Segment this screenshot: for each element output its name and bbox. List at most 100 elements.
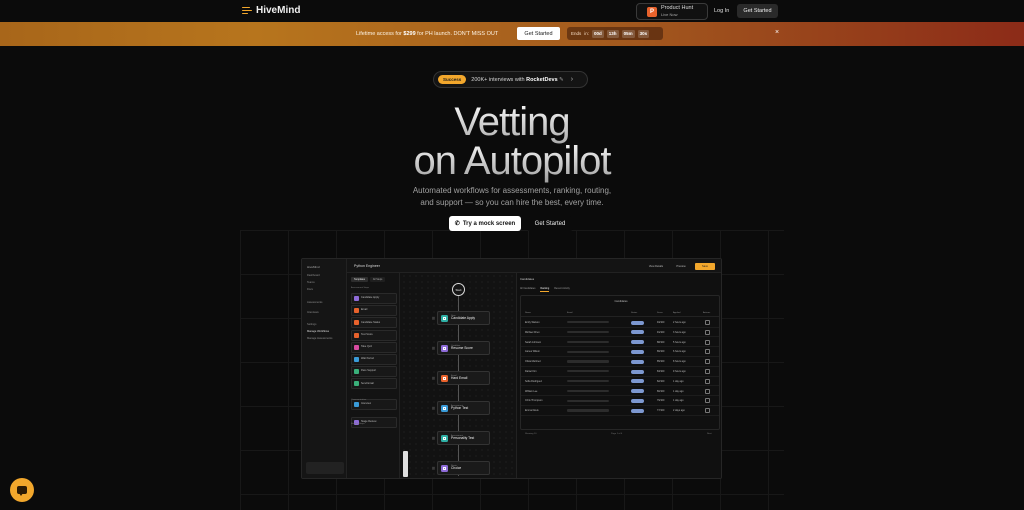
tab-all-candidates[interactable]: All Candidates [520, 287, 535, 292]
step-icon [354, 344, 359, 350]
row-action-icon[interactable] [705, 320, 710, 325]
workflow-node[interactable]: ⠿ Step Candidate Apply [432, 311, 490, 325]
hero-subtitle-line2: and support — so you can hire the best, … [420, 198, 604, 207]
save-button[interactable]: Save [695, 263, 715, 270]
app-side-item[interactable]: Manage Workflows [307, 330, 329, 333]
step-item[interactable]: Candidate Apply [351, 293, 397, 304]
candidate-score: 91/100 [657, 330, 665, 334]
step-icon [354, 332, 359, 338]
steps-panel: Templates All Steps Assessment Steps Can… [348, 273, 400, 478]
tab-recent-activity[interactable]: Recent Activity [554, 287, 570, 292]
banner-get-started-button[interactable]: Get Started [517, 27, 560, 40]
app-preview: HiveMind Dashboard Teams Docs Assessment… [301, 258, 722, 479]
step-item[interactable]: Email [351, 305, 397, 317]
product-hunt-badge[interactable]: P Product Hunt Live Now [636, 3, 708, 20]
step-item[interactable]: Take Quiz [351, 341, 397, 353]
workflow-node[interactable]: ⠿ Condition Resume Score [432, 341, 490, 355]
table-row[interactable]: Chris Thompson 79/100 1 day ago [521, 396, 719, 406]
drag-handle-icon[interactable]: ⠿ [432, 316, 435, 321]
candidate-score: 88/100 [657, 340, 665, 344]
table-row[interactable]: Daniel Kim 83/100 9 hours ago [521, 367, 719, 377]
step-label: Candidate Status [361, 320, 381, 324]
chat-widget-button[interactable] [10, 478, 34, 502]
table-row[interactable]: Emma Davis 77/100 2 days ago [521, 406, 719, 416]
table-row[interactable]: William Lee 80/100 1 day ago [521, 387, 719, 397]
timer-hours: 13h [606, 29, 619, 38]
login-link[interactable]: Log In [714, 8, 729, 14]
row-action-icon[interactable] [705, 408, 710, 414]
hero-subtitle-line1: Automated workflows for assessments, ran… [412, 186, 612, 195]
workflow-node[interactable]: ⠿ Assessment Python Test [432, 401, 490, 415]
tab-all-steps[interactable]: All Steps [369, 277, 386, 282]
announcement-pill[interactable]: Success 200K+ interviews with RocketDevs… [433, 71, 588, 88]
app-side-item[interactable]: Assessments [307, 301, 322, 304]
table-row[interactable]: Sofia Rodriguez 82/100 1 day ago [521, 377, 719, 387]
row-action-icon[interactable] [705, 388, 710, 394]
brand-logo[interactable]: HiveMind [242, 5, 300, 16]
candidate-applied: 5 hours ago [673, 340, 686, 344]
node-label: Hard Email [451, 376, 468, 381]
candidate-applied: 1 day ago [673, 399, 684, 403]
step-icon [354, 296, 359, 301]
step-item[interactable]: Send Email [351, 378, 397, 390]
table-row[interactable]: James Wilson 86/100 6 hours ago [521, 347, 719, 357]
app-side-item[interactable]: Manage Assessments [307, 337, 332, 340]
app-side-item[interactable]: Docs [307, 288, 313, 291]
workflow-node[interactable]: ⠿ Email Hard Email [432, 371, 490, 385]
step-label: Take Quiz [361, 344, 373, 348]
candidate-name: Michael Chen [525, 330, 540, 334]
node-icon [441, 314, 448, 322]
candidate-applied: 8 hours ago [673, 360, 686, 364]
status-badge [631, 330, 644, 335]
row-action-icon[interactable] [705, 398, 710, 404]
step-item[interactable]: Pass Support [351, 366, 397, 378]
zoom-controls[interactable] [403, 451, 408, 477]
drag-handle-icon[interactable]: ⠿ [432, 436, 435, 441]
timer-seconds: 30s [637, 29, 650, 38]
row-action-icon[interactable] [705, 369, 710, 374]
table-row[interactable]: Sarah Johnson 88/100 5 hours ago [521, 338, 719, 348]
drag-handle-icon[interactable]: ⠿ [432, 346, 435, 351]
timer-label: Ends [571, 31, 582, 36]
view-details-button[interactable]: View Details [642, 263, 670, 270]
close-icon[interactable]: × [775, 29, 779, 36]
nav-get-started-button[interactable]: Get Started [737, 4, 778, 18]
candidates-table: Candidates Name Email Status Score Appli… [520, 295, 720, 435]
drag-handle-icon[interactable]: ⠿ [432, 466, 435, 471]
drag-handle-icon[interactable]: ⠿ [432, 376, 435, 381]
preview-button[interactable]: Preview [672, 263, 690, 270]
tab-templates[interactable]: Templates [351, 277, 368, 282]
try-mock-screen-button[interactable]: ✆ Try a mock screen [449, 216, 521, 231]
row-action-icon[interactable] [705, 359, 710, 365]
row-action-icon[interactable] [705, 349, 710, 355]
workflow-canvas[interactable]: Start ⠿ Step Candidate Apply ⠿ Condition Resu… [401, 273, 516, 478]
row-action-icon[interactable] [705, 339, 710, 345]
column-header: Status [631, 312, 638, 314]
candidate-name: Emma Davis [525, 409, 539, 413]
step-item[interactable]: Candidate Status [351, 317, 397, 329]
step-item[interactable]: Wait Period [351, 354, 397, 365]
app-side-item[interactable]: Dashboard [307, 274, 320, 277]
hero-get-started-button[interactable]: Get Started [527, 216, 573, 231]
row-action-icon[interactable] [705, 378, 710, 384]
drag-handle-icon[interactable]: ⠿ [432, 406, 435, 411]
table-next-link[interactable]: Next [707, 433, 712, 435]
workflow-node[interactable]: ⠿ Route Choice [432, 461, 490, 475]
workflow-node[interactable]: ⠿ Assessment Personality Test [432, 431, 490, 445]
pill-tag: Success [438, 75, 467, 84]
table-row[interactable]: Michael Chen 91/100 3 hours ago [521, 328, 719, 338]
app-user-card[interactable] [306, 462, 344, 474]
chat-icon [17, 486, 27, 496]
step-item[interactable]: Test Score [351, 329, 397, 341]
step-label: Pass Support [361, 369, 377, 373]
tab-ranking[interactable]: Ranking [540, 287, 550, 292]
app-side-item[interactable]: Teams [307, 281, 315, 284]
table-row[interactable]: Emily Watson 94/100 2 hours ago [521, 318, 719, 328]
row-action-icon[interactable] [705, 329, 710, 335]
app-side-item[interactable]: Interviews [307, 311, 319, 314]
step-icon [354, 357, 359, 362]
app-side-item[interactable]: Settings [307, 323, 316, 326]
table-row[interactable]: Olivia Martinez 85/100 8 hours ago [521, 357, 719, 367]
start-node[interactable]: Start [452, 283, 465, 296]
step-label: Candidate Apply [361, 296, 380, 300]
